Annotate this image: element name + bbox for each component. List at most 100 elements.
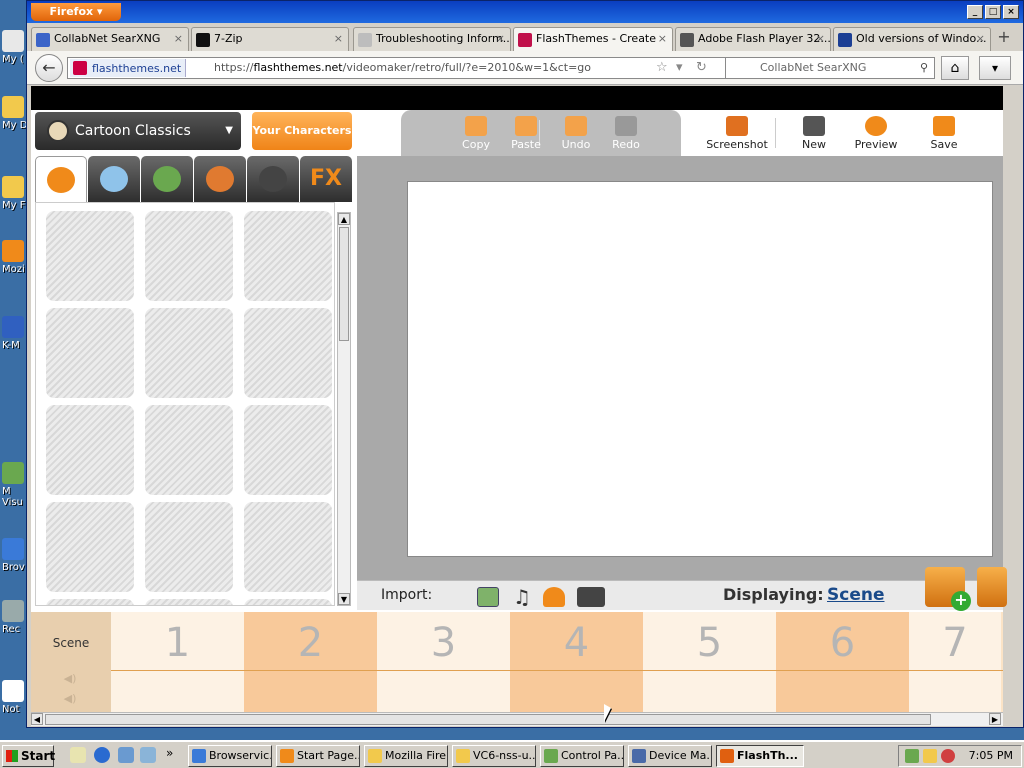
desktop-icon[interactable]: My D (2, 96, 28, 144)
scroll-down-icon[interactable]: ▼ (338, 593, 350, 605)
category-tab-sounds[interactable] (247, 156, 299, 202)
desktop-icon[interactable]: K-M (2, 316, 28, 364)
scroll-thumb[interactable] (339, 227, 349, 341)
screenshot-button[interactable]: Screenshot (697, 116, 777, 156)
maximize-button[interactable]: □ (985, 5, 1001, 19)
scroll-right-icon[interactable]: ▶ (989, 713, 1001, 725)
displaying-scene-link[interactable]: Scene (827, 585, 884, 605)
timeline-frame[interactable]: 5 (643, 612, 776, 670)
search-input[interactable]: CollabNet SearXNG ⚲ (725, 57, 935, 79)
close-tab-icon[interactable]: × (174, 28, 183, 50)
ie-icon[interactable] (94, 747, 110, 763)
desktop-icon[interactable]: Not (2, 680, 28, 728)
asset-thumbnail[interactable] (145, 211, 233, 301)
asset-scrollbar[interactable]: ▲ ▼ (337, 212, 351, 606)
browser-tab[interactable]: Old versions of Windo... × (833, 27, 991, 51)
timeline-scrollbar[interactable]: ◀ ▶ (31, 712, 1003, 726)
reload-icon[interactable]: ↻ (696, 58, 707, 78)
your-characters-button[interactable]: Your Characters (252, 112, 352, 150)
url-bar[interactable]: flashthemes.net https://flashthemes.net/… (67, 57, 745, 79)
taskbar-task[interactable]: Device Ma... (628, 745, 712, 767)
asset-thumbnail[interactable] (46, 211, 134, 301)
asset-thumbnail[interactable] (145, 405, 233, 495)
timeline-audio-slot[interactable] (510, 670, 643, 712)
close-tab-icon[interactable]: × (334, 28, 343, 50)
firefox-menu-button[interactable]: Firefox ▾ (31, 3, 121, 21)
taskbar-task[interactable]: VC6-nss-u... (452, 745, 536, 767)
timeline-frame[interactable]: 6 (776, 612, 909, 670)
asset-thumbnail[interactable] (244, 599, 332, 605)
timeline-frame[interactable]: 4 (510, 612, 643, 670)
category-tab-props[interactable] (194, 156, 246, 202)
taskbar-task[interactable]: Mozilla Fire... (364, 745, 448, 767)
browser-tab[interactable]: Troubleshooting Inform... × (353, 27, 511, 51)
save-button[interactable]: Save (917, 116, 971, 156)
show-desktop-icon[interactable] (70, 747, 86, 763)
close-button[interactable]: × (1003, 5, 1019, 19)
category-tab-characters[interactable] (35, 156, 87, 202)
outlook-icon[interactable] (118, 747, 134, 763)
back-button[interactable]: ← (35, 54, 63, 82)
preview-button[interactable]: Preview (849, 116, 903, 156)
volume-icon[interactable] (941, 749, 955, 763)
scroll-left-icon[interactable]: ◀ (31, 713, 43, 725)
site-identity[interactable]: flashthemes.net (70, 59, 187, 77)
timeline-audio-slot[interactable] (111, 670, 244, 712)
category-tab-backgrounds[interactable] (141, 156, 193, 202)
quicklaunch-more-icon[interactable]: » (166, 746, 173, 760)
asset-thumbnail[interactable] (244, 211, 332, 301)
timeline-frame[interactable]: 1 (111, 612, 244, 670)
timeline-audio-slot[interactable] (909, 670, 1001, 712)
new-tab-button[interactable]: + (989, 27, 1019, 49)
desktop-icon[interactable]: M Visu (2, 462, 28, 510)
browser-tab[interactable]: 7-Zip × (191, 27, 349, 51)
taskbar-task[interactable]: Browservic... (188, 745, 272, 767)
import-background-icon[interactable] (477, 587, 499, 607)
taskbar-task[interactable]: Control Pa... (540, 745, 624, 767)
new-button[interactable]: New (787, 116, 841, 156)
network-icon[interactable] (905, 749, 919, 763)
theme-selector[interactable]: Cartoon Classics ▼ (35, 112, 241, 150)
security-icon[interactable] (923, 749, 937, 763)
bookmark-star-icon[interactable]: ☆ (656, 58, 668, 78)
timeline-frame[interactable]: 2 (244, 612, 377, 670)
asset-thumbnail[interactable] (145, 308, 233, 398)
timeline-audio-slot[interactable] (776, 670, 909, 712)
timeline-audio-slot[interactable] (377, 670, 510, 712)
browser-tab[interactable]: Adobe Flash Player 32... × (675, 27, 831, 51)
asset-thumbnail[interactable] (46, 502, 134, 592)
close-tab-icon[interactable]: × (496, 28, 505, 50)
desktop-icon[interactable]: Rec (2, 600, 28, 648)
home-button[interactable]: ⌂ (941, 56, 969, 80)
bookmarks-button[interactable]: ▾ (979, 56, 1011, 80)
history-dropdown-icon[interactable]: ▾ (676, 58, 683, 78)
asset-thumbnail[interactable] (145, 502, 233, 592)
minimize-button[interactable]: _ (967, 5, 983, 19)
asset-thumbnail[interactable] (244, 502, 332, 592)
category-tab-effects[interactable]: FX (300, 156, 352, 202)
browser-tab[interactable]: FlashThemes - Create × (513, 27, 673, 52)
scroll-up-icon[interactable]: ▲ (338, 213, 350, 225)
redo-button[interactable]: Redo (599, 116, 653, 156)
start-button[interactable]: Start (2, 745, 55, 767)
scene-clapper-icon[interactable] (977, 567, 1007, 607)
close-tab-icon[interactable]: × (658, 28, 667, 50)
import-sound-icon[interactable]: ♫ (513, 587, 535, 607)
search-magnifier-icon[interactable]: ⚲ (920, 58, 928, 78)
asset-thumbnail[interactable] (244, 405, 332, 495)
asset-thumbnail[interactable] (46, 599, 134, 605)
import-video-icon[interactable] (577, 587, 605, 607)
taskbar-task[interactable]: FlashTh... (716, 745, 804, 767)
timeline-audio-slot[interactable] (244, 670, 377, 712)
close-tab-icon[interactable]: × (976, 28, 985, 50)
media-icon[interactable] (140, 747, 156, 763)
scene-stage[interactable] (407, 181, 993, 557)
asset-thumbnail[interactable] (145, 599, 233, 605)
asset-thumbnail[interactable] (46, 308, 134, 398)
timeline-frame[interactable]: 3 (377, 612, 510, 670)
paste-button[interactable]: Paste (499, 116, 553, 156)
timeline-scroll-thumb[interactable] (45, 714, 931, 725)
copy-button[interactable]: Copy (449, 116, 503, 156)
category-tab-bubbles[interactable] (88, 156, 140, 202)
asset-thumbnail[interactable] (46, 405, 134, 495)
